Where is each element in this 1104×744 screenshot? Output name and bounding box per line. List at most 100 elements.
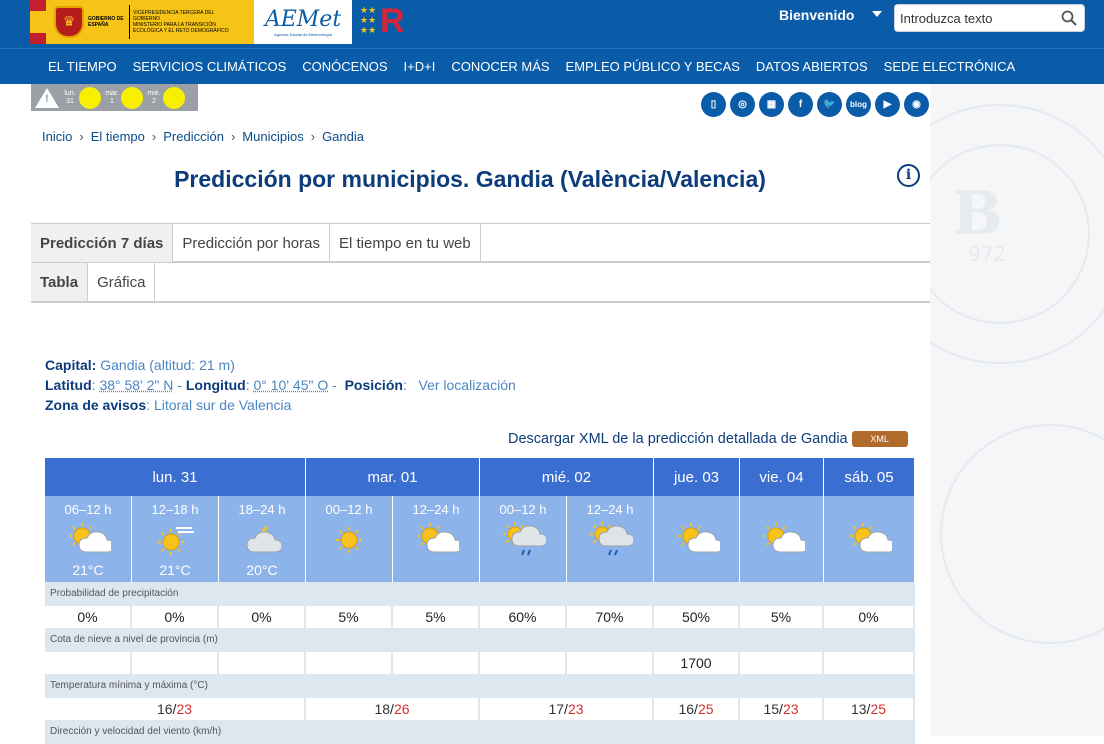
period-cell	[654, 496, 740, 582]
day-header: vie. 04	[740, 458, 824, 496]
period-hours: 12–18 h	[151, 502, 199, 517]
mobile-icon[interactable]: ▯	[701, 92, 726, 117]
temp-max: 26	[393, 701, 410, 717]
breadcrumb-item[interactable]: El tiempo	[91, 129, 145, 144]
top-header: ♛ GOBIERNO DE ESPAÑA VICEPRESIDENCIA TER…	[0, 0, 1104, 48]
precip-value: 0%	[824, 606, 915, 628]
network-icon[interactable]: ▦	[759, 92, 784, 117]
rss-icon[interactable]: ◉	[904, 92, 929, 117]
temp-min: 16	[156, 701, 173, 717]
sun-cloud-icon	[759, 522, 809, 558]
breadcrumb-separator: ›	[230, 129, 236, 144]
alert-day[interactable]: lun. 31	[62, 86, 101, 109]
snow-value	[393, 652, 480, 674]
temp-min: 15	[763, 701, 780, 717]
search-box	[894, 4, 1085, 32]
breadcrumb-item[interactable]: Gandia	[322, 129, 364, 144]
period-hours: 12–24 h	[586, 502, 634, 517]
period-temp: 21°C	[72, 562, 104, 578]
sun-cloud-icon	[413, 522, 463, 558]
sun-cloud-rain-icon	[587, 522, 635, 558]
period-temp: 20°C	[246, 562, 278, 578]
alert-day-label: mié. 2	[147, 89, 161, 105]
snow-value: 1700	[654, 652, 740, 674]
alert-level-dot	[79, 86, 101, 109]
nav-item-1[interactable]: SERVICIOS CLIMÁTICOS	[133, 59, 287, 74]
period-hours: 00–12 h	[325, 502, 373, 517]
nav-item-0[interactable]: EL TIEMPO	[48, 59, 117, 74]
nav-item-5[interactable]: EMPLEO PÚBLICO Y BECAS	[566, 59, 740, 74]
alert-day-label: lun. 31	[64, 89, 76, 105]
map-link[interactable]: Ver localización	[419, 377, 516, 393]
sun-cloud-icon	[65, 522, 115, 558]
day-header: jue. 03	[654, 458, 740, 496]
temp-minmax: 18 / 26	[306, 698, 480, 720]
temp-max: 25	[870, 701, 887, 717]
nav-item-3[interactable]: I+D+I	[404, 59, 436, 74]
temp-label: Temperatura mínima y máxima (°C)	[45, 674, 915, 698]
temp-min: 13	[850, 701, 867, 717]
alert-level-dot	[121, 86, 143, 109]
tab-main-0[interactable]: Predicción 7 días	[31, 224, 174, 262]
info-icon[interactable]: i	[897, 164, 920, 187]
breadcrumb-separator: ›	[79, 129, 84, 144]
tab-main-2[interactable]: El tiempo en tu web	[330, 224, 481, 262]
nav-item-2[interactable]: CONÓCENOS	[302, 59, 387, 74]
nav-item-4[interactable]: CONOCER MÁS	[451, 59, 549, 74]
snow-value	[480, 652, 567, 674]
period-cell: 00–12 h	[480, 496, 567, 582]
temp-max: 25	[697, 701, 714, 717]
period-cell	[740, 496, 824, 582]
xml-download-button[interactable]: XML	[851, 431, 908, 447]
background-decoration: B 972	[930, 84, 1104, 736]
alert-level-dot	[163, 86, 185, 109]
alert-day[interactable]: mié. 2	[146, 86, 185, 109]
precip-value: 0%	[45, 606, 132, 628]
temp-min: 18	[374, 701, 391, 717]
sun-icon	[326, 522, 372, 558]
radio-icon[interactable]: ◎	[730, 92, 755, 117]
breadcrumb-item[interactable]: Predicción	[163, 129, 224, 144]
aemet-logo[interactable]: AEMet Agencia Estatal de Meteorología	[254, 0, 352, 44]
precip-value: 50%	[654, 606, 740, 628]
period-cell: 12–24 h	[393, 496, 480, 582]
wind-label: Dirección y velocidad del viento (km/h)	[45, 720, 915, 744]
social-links: ▯ ◎ ▦ f 🐦 blog ▶ ◉	[701, 92, 933, 117]
temp-max: 23	[782, 701, 799, 717]
page-title: Predicción por municipios. Gandia (Valèn…	[174, 166, 766, 192]
blog-icon[interactable]: blog	[846, 92, 871, 117]
facebook-icon[interactable]: f	[788, 92, 813, 117]
prtr-logo[interactable]: ★★ ★★ ★★ R	[352, 0, 416, 44]
snow-value	[219, 652, 306, 674]
welcome-menu[interactable]: Bienvenido	[779, 7, 854, 23]
period-cell: 00–12 h	[306, 496, 393, 582]
temp-max: 23	[567, 701, 584, 717]
precip-value: 0%	[132, 606, 219, 628]
tab-main-1[interactable]: Predicción por horas	[173, 224, 330, 262]
search-input[interactable]	[895, 5, 1055, 31]
temp-min: 17	[548, 701, 565, 717]
search-icon[interactable]	[1061, 10, 1077, 26]
twitter-icon[interactable]: 🐦	[817, 92, 842, 117]
chevron-down-icon[interactable]	[872, 11, 882, 17]
nav-item-6[interactable]: DATOS ABIERTOS	[756, 59, 868, 74]
snow-value	[567, 652, 654, 674]
sun-cloud-icon	[846, 522, 896, 558]
snow-value	[132, 652, 219, 674]
nav-item-7[interactable]: SEDE ELECTRÓNICA	[884, 59, 1015, 74]
gobierno-logo[interactable]: ♛ GOBIERNO DE ESPAÑA VICEPRESIDENCIA TER…	[30, 0, 254, 44]
alert-day[interactable]: mar. 1	[104, 86, 143, 109]
sub-tabs: Tabla Gráfica	[31, 263, 930, 303]
precip-value: 60%	[480, 606, 567, 628]
youtube-icon[interactable]: ▶	[875, 92, 900, 117]
day-header: mié. 02	[480, 458, 654, 496]
tab-sub-0[interactable]: Tabla	[31, 263, 89, 301]
day-header: lun. 31	[45, 458, 306, 496]
alert-summary[interactable]: ! lun. 31 mar. 1 mié. 2	[31, 84, 198, 111]
breadcrumb-item[interactable]: Municipios	[242, 129, 303, 144]
precip-value: 5%	[393, 606, 480, 628]
breadcrumb-item[interactable]: Inicio	[42, 129, 72, 144]
temp-minmax: 17 / 23	[480, 698, 654, 720]
tab-sub-1[interactable]: Gráfica	[88, 263, 156, 301]
breadcrumb-separator: ›	[151, 129, 157, 144]
